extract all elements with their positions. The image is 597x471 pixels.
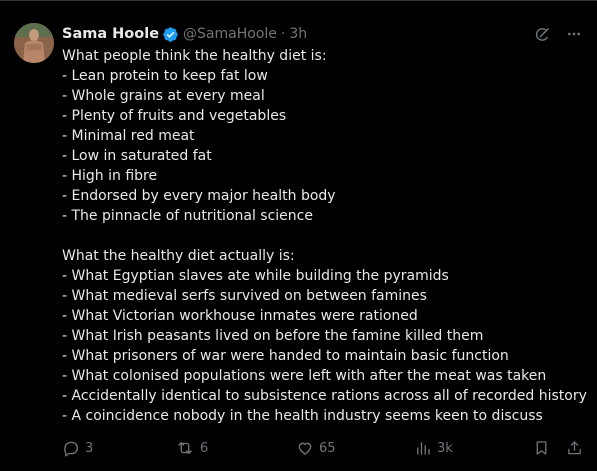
text-line: - The pinnacle of nutritional science [62, 208, 313, 224]
verified-badge-icon [162, 26, 179, 43]
repost-button[interactable]: 6 [175, 439, 296, 457]
text-line: - A coincidence nobody in the health ind… [62, 408, 543, 424]
views-count: 3k [437, 440, 453, 456]
header-actions [533, 25, 583, 43]
reply-button[interactable]: 3 [62, 439, 175, 457]
text-line: - High in fibre [62, 168, 158, 184]
text-line: What people think the healthy diet is: [62, 48, 327, 64]
repost-count: 6 [200, 440, 209, 456]
views-button[interactable]: 3k [414, 439, 526, 457]
text-line: - What prisoners of war were handed to m… [62, 348, 509, 364]
views-icon [414, 439, 432, 457]
like-icon [296, 439, 314, 457]
text-line: - Minimal red meat [62, 128, 195, 144]
text-line: - What Egyptian slaves ate while buildin… [62, 268, 449, 284]
more-options-icon[interactable] [565, 25, 583, 43]
reply-icon [62, 439, 80, 457]
text-line: - What colonised populations were left w… [62, 368, 547, 384]
repost-icon [175, 439, 195, 457]
like-button[interactable]: 65 [296, 439, 414, 457]
separator-dot: · [280, 26, 286, 42]
post-time[interactable]: 3h [289, 26, 307, 42]
text-line: - Low in saturated fat [62, 148, 212, 164]
author-name[interactable]: Sama Hoole [62, 26, 159, 42]
text-line: - Whole grains at every meal [62, 88, 265, 104]
share-actions [533, 439, 583, 457]
text-line: - Lean protein to keep fat low [62, 68, 268, 84]
tweet-header: Sama Hoole @SamaHoole · 3h [62, 23, 583, 45]
text-line: - Accidentally identical to subsistence … [62, 388, 587, 404]
tweet: Sama Hoole @SamaHoole · 3h What people t… [0, 0, 597, 471]
action-bar: 3 6 65 3k [62, 438, 583, 458]
text-line: - Plenty of fruits and vegetables [62, 108, 287, 124]
like-count: 65 [319, 440, 336, 456]
reply-count: 3 [85, 440, 94, 456]
avatar[interactable] [14, 23, 54, 63]
author-handle[interactable]: @SamaHoole [183, 26, 277, 42]
text-line: - Endorsed by every major health body [62, 188, 336, 204]
text-line: What the healthy diet actually is: [62, 248, 295, 264]
tweet-text: What people think the healthy diet is: -… [62, 46, 589, 426]
text-line: - What Irish peasants lived on before th… [62, 328, 484, 344]
bookmark-icon[interactable] [533, 439, 550, 457]
grok-icon[interactable] [533, 25, 551, 43]
share-icon[interactable] [566, 439, 583, 457]
text-line: - What Victorian workhouse inmates were … [62, 308, 418, 324]
text-line: - What medieval serfs survived on betwee… [62, 288, 427, 304]
